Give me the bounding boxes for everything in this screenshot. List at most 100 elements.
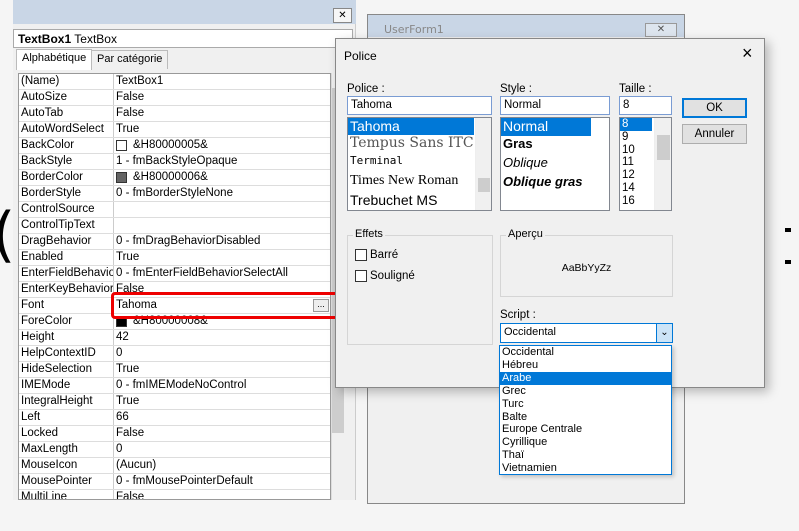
style-item[interactable]: Gras — [501, 136, 609, 155]
property-value[interactable]: 42 — [114, 330, 330, 345]
property-value[interactable]: False — [114, 490, 330, 499]
property-value[interactable] — [114, 218, 330, 233]
property-name: HideSelection — [19, 362, 114, 377]
font-item[interactable]: Tahoma — [348, 118, 474, 135]
property-value[interactable]: True — [114, 122, 330, 137]
property-value[interactable]: 0 - fmIMEModeNoControl — [114, 378, 330, 393]
property-row[interactable]: MultiLine False — [19, 490, 330, 499]
property-row[interactable]: AutoTab False — [19, 106, 330, 122]
script-option[interactable]: Occidental — [500, 346, 671, 359]
property-name: IntegralHeight — [19, 394, 114, 409]
property-name: Enabled — [19, 250, 114, 265]
property-value[interactable]: 0 - fmDragBehaviorDisabled — [114, 234, 330, 249]
close-icon[interactable]: × — [742, 43, 753, 64]
property-name: BackColor — [19, 138, 114, 153]
font-item[interactable]: Trebuchet MS — [348, 192, 491, 210]
style-item[interactable]: Oblique gras — [501, 174, 609, 193]
property-value[interactable]: &H80000006& — [114, 170, 330, 185]
script-option[interactable]: Balte — [500, 411, 671, 424]
property-name: Left — [19, 410, 114, 425]
property-value[interactable]: 0 - fmMousePointerDefault — [114, 474, 330, 489]
style-input[interactable]: Normal — [500, 96, 610, 115]
script-select[interactable]: Occidental ⌄ — [500, 323, 673, 343]
cancel-button[interactable]: Annuler — [682, 124, 747, 144]
font-list[interactable]: Tahoma Tempus Sans ITC Terminal Times Ne… — [347, 117, 492, 211]
script-option[interactable]: Hébreu — [500, 359, 671, 372]
property-value[interactable]: True — [114, 250, 330, 265]
script-dropdown-list[interactable]: Occidental Hébreu Arabe Grec Turc Balte Europe… — [499, 345, 672, 475]
scrollbar[interactable] — [475, 118, 491, 210]
script-option[interactable]: Vietnamien — [500, 462, 671, 475]
size-item[interactable]: 8 — [620, 118, 652, 131]
property-row[interactable]: IMEMode 0 - fmIMEModeNoControl — [19, 378, 330, 394]
font-input[interactable]: Tahoma — [347, 96, 492, 115]
scrollbar[interactable] — [654, 118, 671, 210]
size-list[interactable]: 8 9 10 11 12 14 16 — [619, 117, 672, 211]
property-row[interactable]: DragBehavior 0 - fmDragBehaviorDisabled — [19, 234, 330, 250]
property-row[interactable]: Locked False — [19, 426, 330, 442]
property-value[interactable] — [114, 202, 330, 217]
property-name: BackStyle — [19, 154, 114, 169]
script-option[interactable]: Turc — [500, 398, 671, 411]
chevron-down-icon[interactable]: ⌄ — [656, 324, 672, 342]
property-row[interactable]: IntegralHeight True — [19, 394, 330, 410]
property-row[interactable]: BackStyle 1 - fmBackStyleOpaque — [19, 154, 330, 170]
userform-close-icon[interactable]: ✕ — [645, 23, 677, 37]
property-row[interactable]: BorderColor &H80000006& — [19, 170, 330, 186]
property-row[interactable]: ControlSource — [19, 202, 330, 218]
property-row[interactable]: BackColor &H80000005& — [19, 138, 330, 154]
property-value[interactable]: 66 — [114, 410, 330, 425]
font-item[interactable]: Times New Roman — [348, 173, 491, 192]
font-item[interactable]: Tempus Sans ITC — [348, 135, 491, 154]
font-item[interactable]: Terminal — [348, 154, 491, 173]
property-row[interactable]: ControlTipText — [19, 218, 330, 234]
property-row[interactable]: AutoWordSelect True — [19, 122, 330, 138]
property-row[interactable]: HelpContextID 0 — [19, 346, 330, 362]
property-row[interactable]: (Name) TextBox1 — [19, 74, 330, 90]
script-option[interactable]: Arabe — [500, 371, 671, 385]
script-option[interactable]: Grec — [500, 385, 671, 398]
property-value[interactable]: 0 - fmEnterFieldBehaviorSelectAll — [114, 266, 330, 281]
property-value[interactable]: False — [114, 90, 330, 105]
property-row[interactable]: HideSelection True — [19, 362, 330, 378]
property-row[interactable]: AutoSize False — [19, 90, 330, 106]
close-icon[interactable]: ✕ — [333, 8, 352, 23]
property-row[interactable]: MaxLength 0 — [19, 442, 330, 458]
property-value[interactable]: True — [114, 362, 330, 377]
property-value[interactable]: False — [114, 106, 330, 121]
property-row[interactable]: MouseIcon (Aucun) — [19, 458, 330, 474]
size-input[interactable]: 8 — [619, 96, 672, 115]
property-row[interactable]: Left 66 — [19, 410, 330, 426]
property-value[interactable]: 1 - fmBackStyleOpaque — [114, 154, 330, 169]
underline-checkbox[interactable]: Souligné — [355, 270, 415, 282]
dialog-title: Police — [344, 49, 377, 63]
ok-button[interactable]: OK — [682, 98, 747, 118]
property-value[interactable]: &H80000005& — [114, 138, 330, 153]
property-row[interactable]: BorderStyle 0 - fmBorderStyleNone — [19, 186, 330, 202]
property-row[interactable]: EnterFieldBehavior 0 - fmEnterFieldBehavi… — [19, 266, 330, 282]
script-option[interactable]: Cyrillique — [500, 436, 671, 449]
property-value[interactable]: True — [114, 394, 330, 409]
property-value[interactable]: 0 - fmBorderStyleNone — [114, 186, 330, 201]
script-option[interactable]: Thaï — [500, 449, 671, 462]
style-list[interactable]: Normal Gras Oblique Oblique gras — [500, 117, 610, 211]
style-item[interactable]: Normal — [501, 118, 591, 136]
property-value[interactable]: False — [114, 426, 330, 441]
property-value[interactable]: 0 — [114, 442, 330, 457]
property-name: Font — [19, 298, 114, 313]
tab-par-categorie[interactable]: Par catégorie — [91, 50, 169, 69]
property-name: AutoSize — [19, 90, 114, 105]
property-name: IMEMode — [19, 378, 114, 393]
property-value[interactable]: 0 — [114, 346, 330, 361]
property-row[interactable]: Height 42 — [19, 330, 330, 346]
size-label: Taille : — [619, 83, 652, 95]
property-row[interactable]: Enabled True — [19, 250, 330, 266]
property-row[interactable]: MousePointer 0 - fmMousePointerDefault — [19, 474, 330, 490]
style-item[interactable]: Oblique — [501, 155, 609, 174]
tab-alphabetique[interactable]: Alphabétique — [16, 49, 93, 70]
object-selector[interactable]: TextBox1 TextBox — [13, 29, 353, 48]
strikeout-checkbox[interactable]: Barré — [355, 249, 398, 261]
script-option[interactable]: Europe Centrale — [500, 423, 671, 436]
property-value[interactable]: (Aucun) — [114, 458, 330, 473]
property-value[interactable]: TextBox1 — [114, 74, 330, 89]
